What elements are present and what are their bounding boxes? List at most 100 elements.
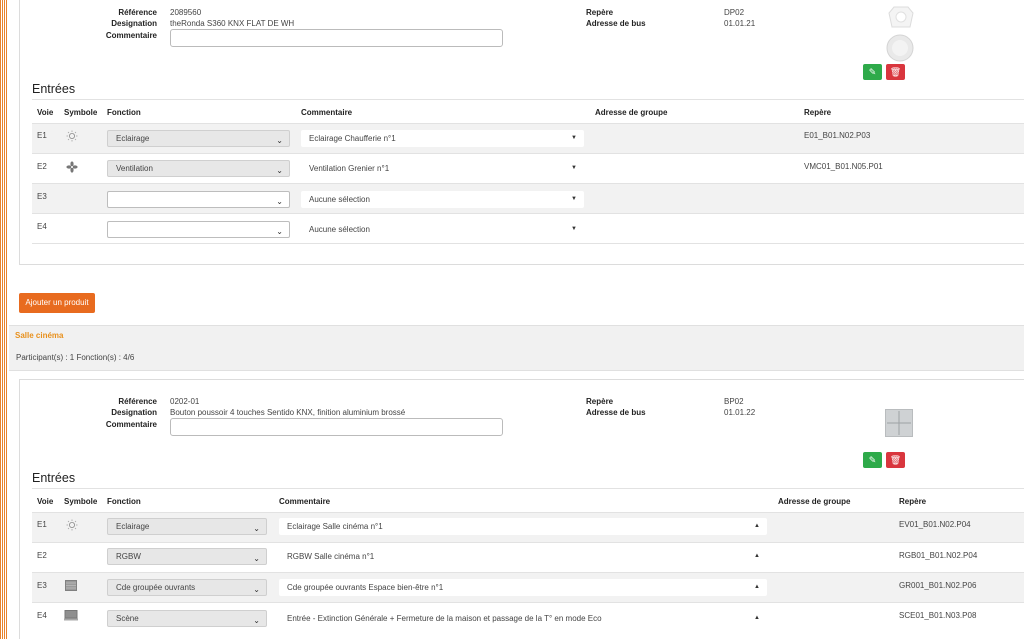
col-symbole: Symbole (64, 497, 98, 506)
fonction-select[interactable]: Scène ⌄ (107, 610, 267, 627)
col-adresse-groupe: Adresse de groupe (595, 108, 668, 117)
trash-icon: 🗑 (889, 455, 902, 465)
voie-cell: E4 (37, 611, 47, 620)
inputs-section-title: Entrées (32, 471, 76, 485)
bus-address-value: 01.01.22 (724, 408, 756, 417)
lightbulb-icon (66, 130, 78, 144)
fonction-select[interactable]: Eclairage ⌄ (107, 518, 267, 535)
repere-value: DP02 (724, 8, 745, 17)
reference-label: Référence (118, 397, 157, 406)
col-fonction: Fonction (107, 497, 141, 506)
detector-round-icon (886, 34, 914, 64)
caret-down-icon: ▼ (571, 135, 577, 141)
designation-label: Designation (111, 408, 157, 417)
comment-input[interactable] (170, 418, 503, 436)
delete-button[interactable]: 🗑 (886, 452, 905, 468)
repere-label: Repère (586, 397, 614, 406)
commentaire-dropdown[interactable]: Cde groupée ouvrants Espace bien-être n°… (279, 579, 767, 596)
detector-flat-icon (886, 5, 916, 31)
caret-up-icon: ▲ (754, 615, 760, 621)
commentaire-dropdown[interactable]: RGBW Salle cinéma n°1 ▲ (279, 548, 767, 565)
fonction-select[interactable]: ⌄ (107, 191, 290, 208)
caret-up-icon: ▲ (754, 523, 760, 529)
room-summary: Participant(s) : 1 Fonction(s) : 4/6 (16, 353, 135, 362)
reference-value: 0202-01 (170, 397, 200, 406)
col-adresse-groupe: Adresse de groupe (778, 497, 851, 506)
repere-cell: E01_B01.N02.P03 (804, 131, 871, 140)
repere-cell: VMC01_B01.N05.P01 (804, 162, 883, 171)
reference-label: Référence (118, 8, 157, 17)
pencil-icon: ✎ (868, 455, 877, 465)
commentaire-dropdown[interactable]: Ventilation Grenier n°1 ▼ (301, 160, 584, 177)
voie-cell: E3 (37, 192, 47, 201)
table-header-1 (32, 99, 1024, 123)
push-button-4-keys-icon (885, 409, 913, 439)
chevron-down-icon: ⌄ (253, 554, 260, 563)
commentaire-dropdown[interactable]: Eclairage Chaufferie n°1 ▼ (301, 130, 584, 147)
col-commentaire: Commentaire (301, 108, 353, 117)
repere-cell: EV01_B01.N02.P04 (899, 520, 971, 529)
repere-cell: GR001_B01.N02.P06 (899, 581, 977, 590)
caret-up-icon: ▲ (754, 584, 760, 590)
chevron-down-icon: ⌄ (276, 136, 283, 145)
repere-value: BP02 (724, 397, 744, 406)
commentaire-label: Commentaire (105, 420, 157, 429)
pencil-icon: ✎ (868, 67, 877, 77)
caret-down-icon: ▼ (571, 165, 577, 171)
bus-address-label: Adresse de bus (586, 408, 646, 417)
voie-cell: E4 (37, 222, 47, 231)
voie-cell: E1 (37, 520, 47, 529)
comment-input[interactable] (170, 29, 503, 47)
left-stripes (0, 0, 9, 639)
col-repere: Repère (899, 497, 927, 506)
fonction-select[interactable]: Cde groupée ouvrants ⌄ (107, 579, 267, 596)
voie-cell: E2 (37, 551, 47, 560)
commentaire-dropdown[interactable]: Eclairage Salle cinéma n°1 ▲ (279, 518, 767, 535)
col-voie: Voie (37, 108, 54, 117)
fonction-select[interactable]: Ventilation ⌄ (107, 160, 290, 177)
trash-icon: 🗑 (889, 67, 902, 77)
col-voie: Voie (37, 497, 54, 506)
chevron-down-icon: ⌄ (276, 227, 283, 236)
voie-cell: E2 (37, 162, 47, 171)
voie-cell: E3 (37, 581, 47, 590)
commentaire-dropdown[interactable]: Aucune sélection ▼ (301, 221, 584, 238)
caret-down-icon: ▼ (571, 226, 577, 232)
inputs-section-title: Entrées (32, 82, 76, 96)
commentaire-dropdown[interactable]: Aucune sélection ▼ (301, 191, 584, 208)
room-title[interactable]: Salle cinéma (15, 331, 63, 340)
room-header (9, 325, 1024, 371)
bus-address-label: Adresse de bus (586, 19, 646, 28)
fonction-select[interactable]: Eclairage ⌄ (107, 130, 290, 147)
chevron-down-icon: ⌄ (253, 585, 260, 594)
designation-value: Bouton poussoir 4 touches Sentido KNX, f… (170, 408, 406, 417)
caret-down-icon: ▼ (571, 196, 577, 202)
designation-value: theRonda S360 KNX FLAT DE WH (170, 19, 295, 28)
col-fonction: Fonction (107, 108, 141, 117)
designation-label: Designation (111, 19, 157, 28)
commentaire-dropdown[interactable]: Entrée - Extinction Générale + Fermeture… (279, 610, 767, 627)
repere-cell: RGB01_B01.N02.P04 (899, 551, 978, 560)
shutter-icon (65, 580, 77, 593)
scene-icon (64, 610, 78, 623)
repere-label: Repère (586, 8, 614, 17)
repere-cell: SCE01_B01.N03.P08 (899, 611, 977, 620)
chevron-down-icon: ⌄ (253, 616, 260, 625)
delete-button[interactable]: 🗑 (886, 64, 905, 80)
edit-button[interactable]: ✎ (863, 452, 882, 468)
col-symbole: Symbole (64, 108, 98, 117)
bus-address-value: 01.01.21 (724, 19, 756, 28)
chevron-down-icon: ⌄ (276, 166, 283, 175)
fonction-select[interactable]: RGBW ⌄ (107, 548, 267, 565)
add-product-button[interactable]: Ajouter un produit (19, 293, 95, 313)
lightbulb-icon (66, 519, 78, 533)
fan-icon (66, 161, 78, 175)
col-repere: Repère (804, 108, 832, 117)
caret-up-icon: ▲ (754, 553, 760, 559)
table-header-2 (32, 488, 1024, 512)
col-commentaire: Commentaire (279, 497, 331, 506)
edit-button[interactable]: ✎ (863, 64, 882, 80)
fonction-select[interactable]: ⌄ (107, 221, 290, 238)
chevron-down-icon: ⌄ (253, 524, 260, 533)
voie-cell: E1 (37, 131, 47, 140)
